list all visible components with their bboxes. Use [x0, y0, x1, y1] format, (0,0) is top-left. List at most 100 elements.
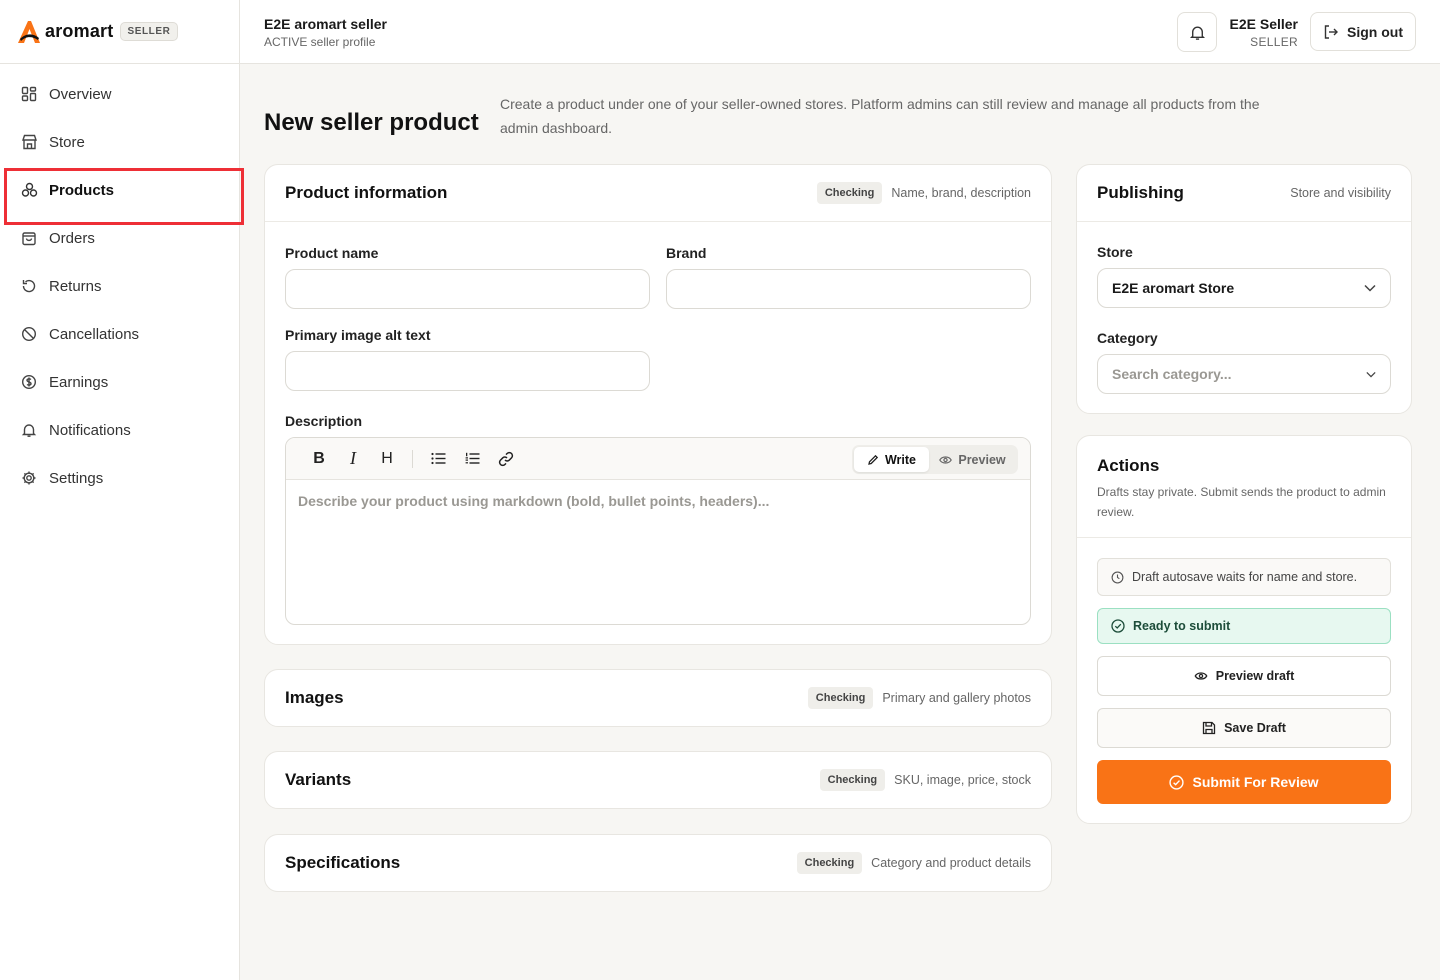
dollar-icon [20, 373, 38, 391]
sidebar-item-label: Overview [49, 85, 112, 103]
sidebar-item-overview[interactable]: Overview [0, 70, 239, 118]
ban-icon [20, 325, 38, 343]
store-select[interactable]: E2E aromart Store [1097, 268, 1391, 308]
sidebar-nav: Overview Store Products Orders Returns C… [0, 64, 244, 502]
italic-button[interactable]: I [336, 445, 370, 473]
chevron-down-icon [1366, 371, 1376, 377]
sidebar: aromart SELLER Overview Store Products O… [0, 0, 244, 980]
heading-button[interactable]: H [370, 445, 404, 473]
actions-description: Drafts stay private. Submit sends the pr… [1097, 485, 1386, 519]
submit-for-review-button[interactable]: Submit For Review [1097, 760, 1391, 804]
bullet-list-icon [430, 452, 445, 465]
actions-header: Actions Drafts stay private. Submit send… [1077, 436, 1411, 538]
bell-icon [1189, 26, 1205, 40]
pencil-icon [868, 454, 879, 465]
brand-label: Brand [666, 245, 707, 261]
editor-toolbar: B I H Write Preview [286, 438, 1030, 480]
top-header: E2E aromart seller ACTIVE seller profile… [240, 0, 1440, 64]
notifications-button[interactable] [1177, 12, 1217, 52]
card-title: Publishing [1097, 183, 1184, 202]
status-badge: Checking [816, 182, 883, 204]
grid-icon [20, 85, 38, 103]
publishing-card: Publishing Store and visibility Store E2… [1076, 164, 1412, 414]
sidebar-item-label: Cancellations [49, 325, 140, 343]
category-combobox[interactable]: Search category... [1097, 354, 1391, 394]
aromart-logo-icon [18, 20, 40, 43]
save-icon [1202, 721, 1216, 735]
actions-card: Actions Drafts stay private. Submit send… [1076, 435, 1412, 824]
specifications-card[interactable]: Specifications Checking Category and pro… [264, 834, 1052, 892]
sidebar-item-products[interactable]: Products [0, 166, 244, 225]
card-hint: SKU, image, price, stock [894, 773, 1031, 787]
gear-icon [20, 469, 38, 487]
preview-label: Preview [958, 452, 1006, 467]
card-header: Images Checking Primary and gallery phot… [265, 670, 1051, 726]
sidebar-item-label: Store [49, 133, 85, 151]
sign-out-label: Sign out [1347, 23, 1403, 40]
sidebar-item-label: Orders [49, 229, 95, 247]
markdown-editor: B I H Write Preview Describe your produc… [285, 437, 1031, 625]
card-hint: Name, brand, description [891, 186, 1031, 200]
card-header: Product information Checking Name, brand… [265, 165, 1051, 222]
bold-button[interactable]: B [302, 445, 336, 473]
seller-badge: SELLER [120, 22, 178, 41]
preview-draft-label: Preview draft [1215, 669, 1295, 683]
products-icon [20, 181, 38, 199]
sidebar-item-earnings[interactable]: Earnings [0, 358, 239, 406]
link-button[interactable] [489, 445, 523, 473]
autosave-text: Draft autosave waits for name and store. [1132, 570, 1358, 584]
status-badge: Checking [796, 852, 863, 874]
clock-icon [1111, 571, 1124, 583]
alt-text-input[interactable] [285, 351, 650, 391]
user-name: E2E Seller [1229, 16, 1299, 32]
images-card[interactable]: Images Checking Primary and gallery phot… [264, 669, 1052, 727]
ready-text: Ready to submit [1133, 619, 1231, 633]
preview-draft-button[interactable]: Preview draft [1097, 656, 1391, 696]
return-icon [20, 277, 38, 295]
card-header-meta: Checking SKU, image, price, stock [819, 769, 1031, 791]
write-tab[interactable]: Write [854, 447, 929, 472]
sign-out-button[interactable]: Sign out [1310, 12, 1416, 51]
sidebar-item-notifications[interactable]: Notifications [0, 406, 239, 454]
save-draft-button[interactable]: Save Draft [1097, 708, 1391, 748]
bullet-list-button[interactable] [421, 445, 455, 473]
editor-mode-toggle: Write Preview [852, 445, 1018, 474]
submit-label: Submit For Review [1192, 774, 1319, 790]
status-badge: Checking [819, 769, 886, 791]
card-title: Images [285, 688, 344, 707]
category-placeholder: Search category... [1112, 366, 1232, 382]
alt-text-label: Primary image alt text [285, 327, 431, 343]
card-title: Variants [285, 770, 352, 789]
brand-name[interactable]: aromart [45, 21, 113, 42]
card-hint: Store and visibility [1290, 186, 1391, 200]
link-icon [498, 451, 514, 466]
check-circle-icon [1169, 774, 1185, 790]
description-label: Description [285, 413, 363, 429]
bell-icon [20, 421, 38, 439]
variants-card[interactable]: Variants Checking SKU, image, price, sto… [264, 751, 1052, 809]
sidebar-item-cancellations[interactable]: Cancellations [0, 310, 239, 358]
description-textarea[interactable]: Describe your product using markdown (bo… [286, 480, 1030, 522]
page-description: Create a product under one of your selle… [500, 96, 1260, 136]
sidebar-item-store[interactable]: Store [0, 118, 239, 166]
brand-input[interactable] [666, 269, 1031, 309]
user-role: SELLER [1250, 35, 1298, 49]
sidebar-item-settings[interactable]: Settings [0, 454, 239, 502]
store-select-value: E2E aromart Store [1112, 280, 1235, 296]
sidebar-item-label: Settings [49, 469, 104, 487]
sidebar-item-orders[interactable]: Orders [0, 214, 239, 262]
product-name-label: Product name [285, 245, 379, 261]
chevron-down-icon [1364, 284, 1376, 292]
toolbar-divider [412, 449, 413, 468]
card-header-meta: Checking Primary and gallery photos [807, 687, 1031, 709]
card-title: Specifications [285, 853, 401, 872]
card-title: Product information [285, 183, 448, 202]
status-badge: Checking [807, 687, 874, 709]
preview-tab[interactable]: Preview [929, 447, 1016, 472]
ready-status: Ready to submit [1097, 608, 1391, 644]
autosave-note: Draft autosave waits for name and store. [1097, 558, 1391, 596]
product-name-input[interactable] [285, 269, 650, 309]
numbered-list-button[interactable] [455, 445, 489, 473]
sidebar-item-returns[interactable]: Returns [0, 262, 239, 310]
card-hint: Primary and gallery photos [882, 691, 1031, 705]
